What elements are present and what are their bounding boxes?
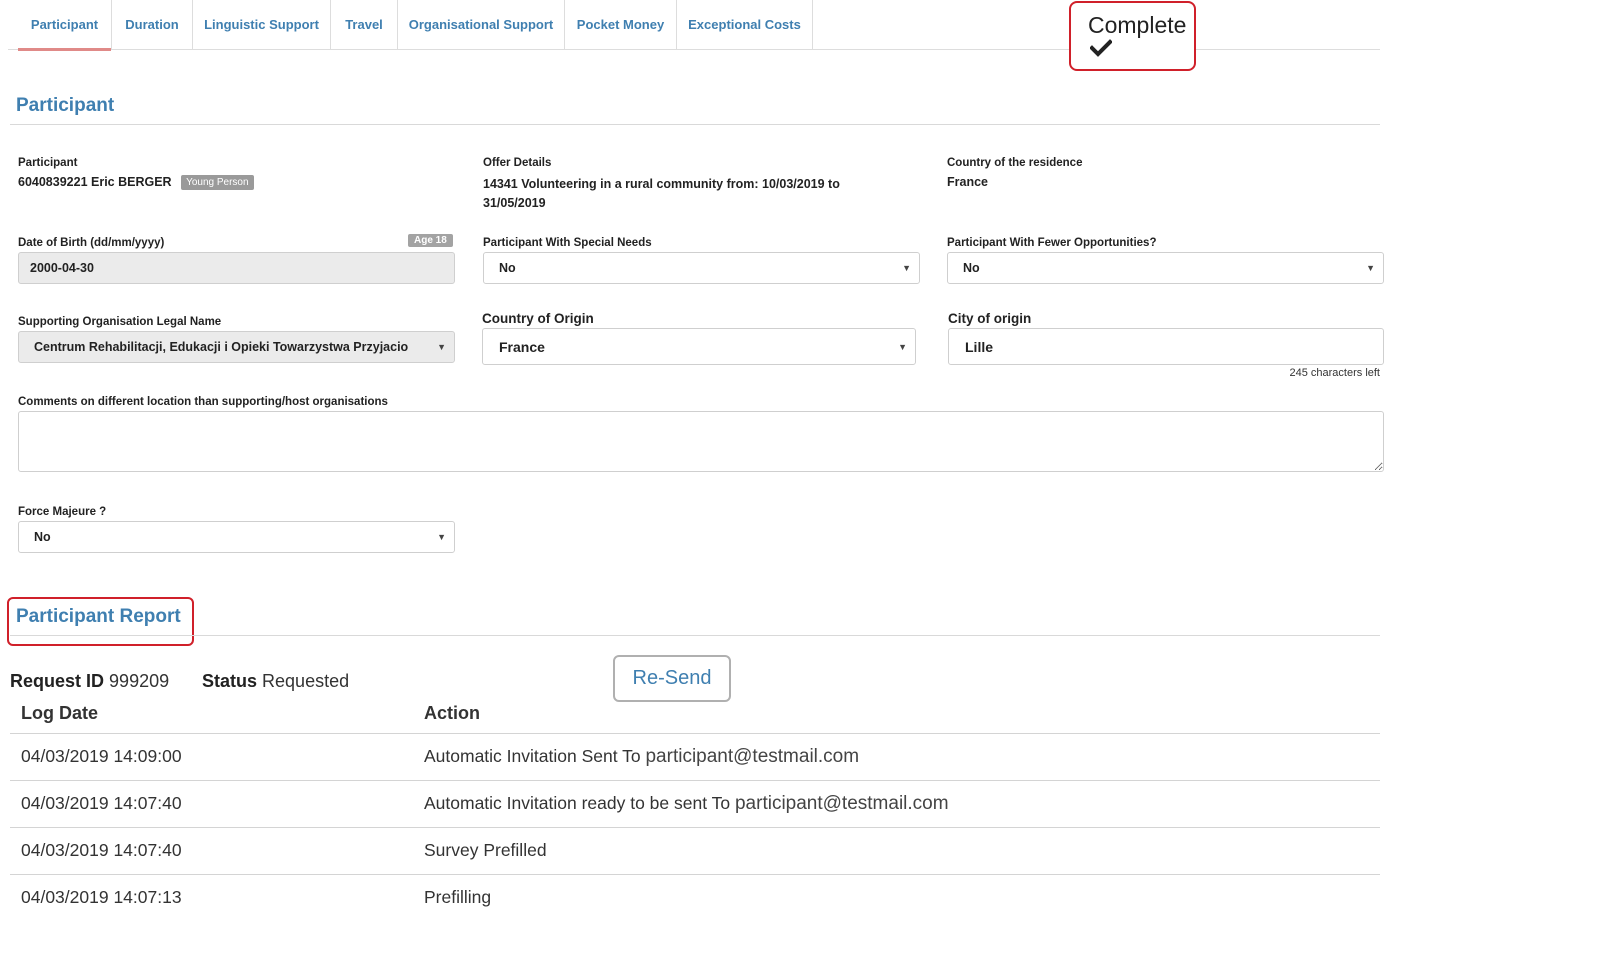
table-row: 04/03/2019 14:07:40 Automatic Invitation…: [10, 780, 1380, 827]
force-majeure-select[interactable]: No ▼: [18, 521, 455, 553]
city-origin-label: City of origin: [948, 311, 1032, 326]
comments-textarea[interactable]: [18, 411, 1384, 472]
supporting-org-label: Supporting Organisation Legal Name: [18, 316, 222, 328]
tab-linguistic-support[interactable]: Linguistic Support: [193, 0, 330, 49]
force-majeure-label: Force Majeure ?: [18, 506, 107, 518]
tab-organisational-support[interactable]: Organisational Support: [398, 0, 564, 49]
characters-left: 245 characters left: [1289, 367, 1381, 379]
dob-field: 2000-04-30: [18, 252, 455, 284]
checkmark-icon: [1090, 39, 1112, 57]
table-row: 04/03/2019 14:07:40 Survey Prefilled: [10, 827, 1380, 874]
log-action: Automatic Invitation Sent To participant…: [424, 746, 860, 767]
complete-indicator: Complete: [1069, 1, 1196, 71]
offer-details-label: Offer Details: [483, 157, 552, 169]
participant-value: 6040839221 Eric BERGER Young Person: [18, 175, 254, 191]
log-date: 04/03/2019 14:07:13: [21, 887, 182, 907]
young-person-badge: Young Person: [181, 175, 254, 191]
request-status: Status Requested: [202, 671, 350, 691]
complete-label: Complete: [1088, 12, 1187, 38]
log-action: Survey Prefilled: [424, 840, 547, 860]
tab-duration[interactable]: Duration: [112, 0, 192, 49]
log-action: Automatic Invitation ready to be sent To…: [424, 793, 949, 814]
tab-exceptional-costs[interactable]: Exceptional Costs: [677, 0, 812, 49]
column-header-action: Action: [424, 703, 480, 723]
chevron-down-icon: ▼: [437, 532, 446, 542]
residence-value: France: [947, 175, 988, 189]
table-row: 04/03/2019 14:09:00 Automatic Invitation…: [10, 733, 1380, 780]
request-id: Request ID 999209: [10, 671, 170, 691]
tab-participant[interactable]: Participant: [18, 0, 111, 51]
resend-button[interactable]: Re-Send: [613, 655, 731, 702]
tab-pocket-money[interactable]: Pocket Money: [565, 0, 676, 49]
city-origin-input[interactable]: Lille: [948, 328, 1384, 365]
chevron-down-icon: ▼: [1366, 263, 1375, 273]
table-row: 04/03/2019 14:07:13 Prefilling: [10, 874, 1380, 921]
special-needs-select[interactable]: No ▼: [483, 252, 920, 284]
section-title-participant-report: Participant Report: [16, 606, 181, 627]
tab-travel[interactable]: Travel: [331, 0, 397, 49]
country-origin-label: Country of Origin: [482, 311, 594, 326]
age-badge: Age 18: [408, 234, 453, 247]
comments-label: Comments on different location than supp…: [18, 396, 388, 408]
offer-details-value: 14341 Volunteering in a rural community …: [483, 177, 840, 210]
log-date: 04/03/2019 14:07:40: [21, 793, 182, 813]
residence-label: Country of the residence: [947, 157, 1083, 169]
dob-label: Date of Birth (dd/mm/yyyy): [18, 237, 165, 249]
section-divider: [10, 635, 1380, 636]
log-date: 04/03/2019 14:07:40: [21, 840, 182, 860]
participant-name: 6040839221 Eric BERGER: [18, 175, 172, 189]
chevron-down-icon: ▼: [898, 341, 907, 352]
country-origin-select[interactable]: France ▼: [482, 328, 916, 365]
chevron-down-icon: ▼: [902, 263, 911, 273]
section-title-participant: Participant: [16, 95, 115, 116]
fewer-opportunities-label: Participant With Fewer Opportunities?: [947, 237, 1157, 249]
chevron-down-icon: ▼: [437, 342, 446, 352]
column-header-log-date: Log Date: [21, 703, 99, 723]
log-date: 04/03/2019 14:09:00: [21, 746, 182, 766]
log-action: Prefilling: [424, 887, 492, 907]
supporting-org-select[interactable]: Centrum Rehabilitacji, Edukacji i Opieki…: [18, 331, 455, 363]
participant-label: Participant: [18, 157, 78, 169]
special-needs-label: Participant With Special Needs: [483, 237, 652, 249]
section-divider: [10, 124, 1380, 125]
fewer-opportunities-select[interactable]: No ▼: [947, 252, 1384, 284]
